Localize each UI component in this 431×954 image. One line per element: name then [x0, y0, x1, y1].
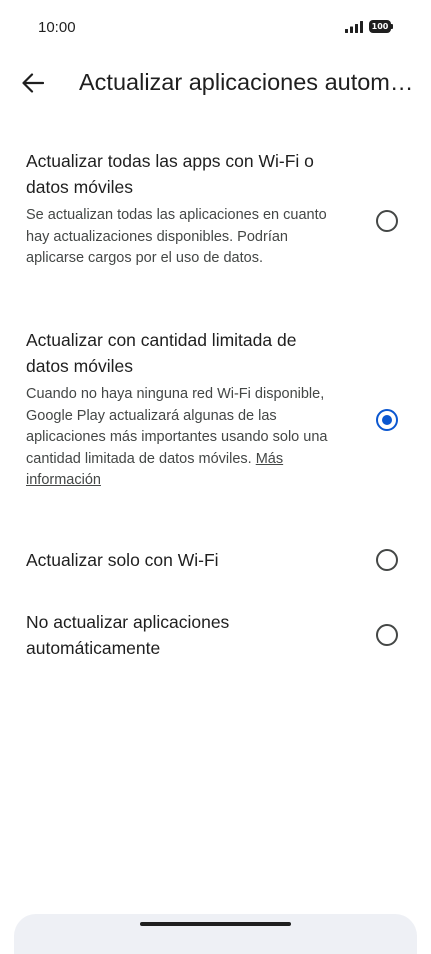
option-text: Actualizar todas las apps con Wi-Fi o da… [26, 148, 332, 270]
radio-button-all-networks[interactable] [376, 210, 398, 232]
app-bar: Actualizar aplicaciones automáticamente [0, 58, 431, 110]
status-time: 10:00 [38, 19, 76, 36]
option-description: Cuando no haya ninguna red Wi-Fi disponi… [26, 384, 332, 492]
radio-button-limited-data[interactable] [376, 409, 398, 431]
option-title: No actualizar aplicaciones automáticamen… [26, 612, 230, 658]
option-description: Se actualizan todas las aplicaciones en … [26, 207, 327, 266]
signal-icon [345, 20, 363, 33]
status-icons: 100 [345, 20, 393, 33]
option-wifi-only[interactable]: Actualizar solo con Wi-Fi [0, 547, 431, 577]
status-bar: 10:00 100 [0, 0, 431, 58]
battery-tip [391, 24, 393, 29]
arrow-back-icon [22, 73, 44, 93]
radio-button-no-auto-update[interactable] [376, 624, 398, 646]
option-title: Actualizar con cantidad limitada de dato… [26, 330, 297, 376]
option-title: Actualizar solo con Wi-Fi [26, 550, 219, 570]
option-text: Actualizar solo con Wi-Fi [26, 547, 332, 573]
home-indicator[interactable] [140, 922, 291, 926]
option-text: No actualizar aplicaciones automáticamen… [26, 609, 332, 661]
battery-level: 100 [369, 20, 391, 33]
battery-icon: 100 [369, 20, 393, 33]
option-text: Actualizar con cantidad limitada de dato… [26, 327, 332, 492]
option-all-networks[interactable]: Actualizar todas las apps con Wi-Fi o da… [0, 148, 431, 298]
option-limited-data[interactable]: Actualizar con cantidad limitada de dato… [0, 327, 431, 517]
option-no-auto-update[interactable]: No actualizar aplicaciones automáticamen… [0, 609, 431, 663]
navigation-bar [14, 914, 417, 954]
back-button[interactable] [18, 68, 48, 98]
radio-button-wifi-only[interactable] [376, 549, 398, 571]
option-title: Actualizar todas las apps con Wi-Fi o da… [26, 151, 314, 197]
page-title: Actualizar aplicaciones automáticamente [79, 69, 422, 95]
